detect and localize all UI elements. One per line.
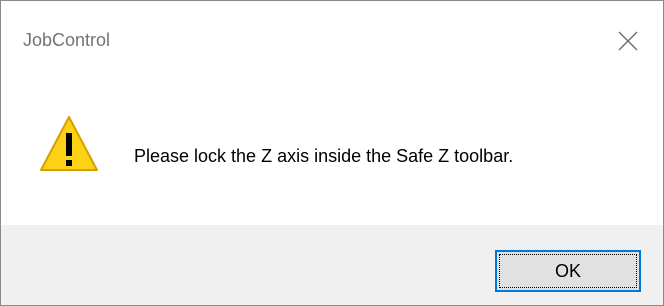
- window-title: JobControl: [23, 30, 111, 50]
- title-bar: JobControl: [1, 1, 663, 89]
- dialog-footer: OK: [1, 225, 663, 305]
- dialog-content: Please lock the Z axis inside the Safe Z…: [1, 89, 663, 225]
- ok-button[interactable]: OK: [495, 250, 641, 292]
- close-button[interactable]: [593, 1, 663, 81]
- dialog-message: Please lock the Z axis inside the Safe Z…: [134, 146, 514, 166]
- message-dialog: JobControl Please lock the Z axis inside…: [0, 0, 664, 306]
- close-icon: [618, 31, 638, 51]
- warning-icon: [40, 116, 98, 171]
